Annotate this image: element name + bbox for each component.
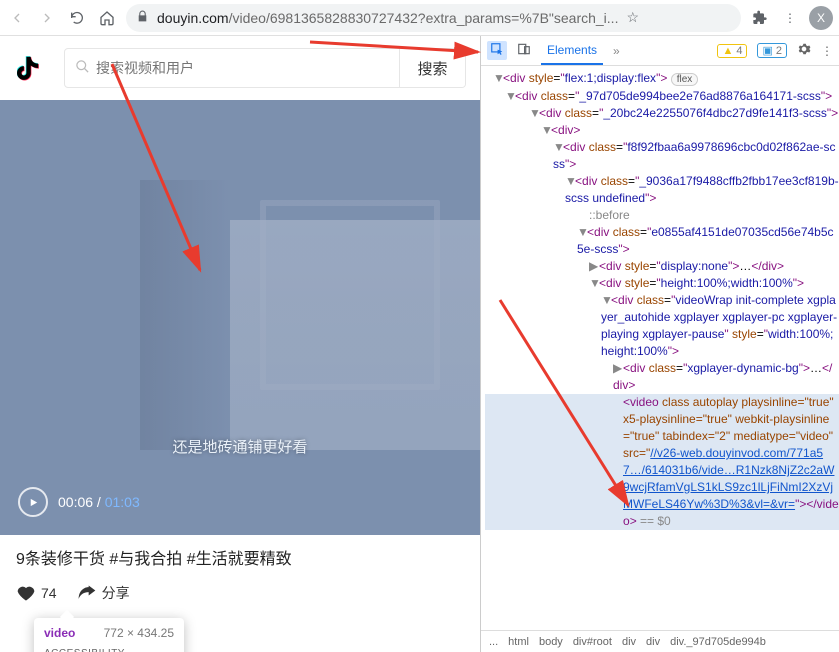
- video-title: 9条装修干货 #与我合拍 #生活就要精致: [0, 535, 480, 579]
- time-display: 00:06 / 01:03: [58, 494, 140, 510]
- heart-icon: [16, 583, 36, 603]
- share-icon: [77, 583, 97, 603]
- douyin-logo[interactable]: [14, 50, 50, 86]
- video-player[interactable]: 还是地砖通铺更好看 00:06 / 01:03: [0, 100, 480, 535]
- play-button[interactable]: [18, 487, 48, 517]
- tooltip-section: ACCESSIBILITY: [44, 648, 174, 652]
- nav-forward-button[interactable]: [36, 7, 58, 29]
- search-box: 搜索: [64, 48, 466, 88]
- more-tabs-icon[interactable]: »: [613, 44, 620, 58]
- inspect-element-icon[interactable]: [487, 41, 507, 60]
- url-text: douyin.com/video/6981365828830727432?ext…: [157, 10, 618, 26]
- dom-tree[interactable]: ▼<div style="flex:1;display:flex"> flex …: [481, 66, 839, 630]
- inspect-overlay: [0, 100, 480, 535]
- page-header: 搜索: [0, 36, 480, 100]
- devtools-tabs: Elements » ▲4 ▣2 ⋮: [481, 36, 839, 66]
- reload-button[interactable]: [66, 7, 88, 29]
- tab-elements[interactable]: Elements: [541, 36, 603, 65]
- issues-badge[interactable]: ▣2: [757, 43, 787, 58]
- extensions-icon[interactable]: [749, 7, 771, 29]
- device-toolbar-icon[interactable]: [517, 42, 531, 59]
- settings-icon[interactable]: [797, 42, 811, 59]
- address-bar[interactable]: douyin.com/video/6981365828830727432?ext…: [126, 4, 741, 32]
- browser-toolbar: douyin.com/video/6981365828830727432?ext…: [0, 0, 839, 36]
- lock-icon: [136, 10, 149, 26]
- web-page: 搜索 还是地砖通铺更好看 00:06 / 01:03 9条装修干货 #与我合拍 …: [0, 36, 480, 652]
- video-caption: 还是地砖通铺更好看: [172, 436, 307, 457]
- share-button[interactable]: 分享: [77, 583, 130, 603]
- dom-breadcrumbs[interactable]: ... html body div#root div div div._97d7…: [481, 630, 839, 652]
- devtools-panel: Elements » ▲4 ▣2 ⋮ ▼<div style="flex:1;d…: [480, 36, 839, 652]
- nav-back-button[interactable]: [6, 7, 28, 29]
- video-controls: 00:06 / 01:03: [18, 487, 140, 517]
- search-button[interactable]: 搜索: [399, 49, 465, 87]
- tooltip-tagname: video: [44, 626, 75, 640]
- star-icon[interactable]: ☆: [626, 9, 639, 26]
- devtools-menu-icon[interactable]: ⋮: [821, 44, 833, 58]
- warnings-badge[interactable]: ▲4: [717, 44, 747, 58]
- menu-icon[interactable]: ⋮: [779, 7, 801, 29]
- selected-dom-node[interactable]: <video class autoplay playsinline="true"…: [485, 394, 839, 530]
- search-icon: [75, 59, 90, 77]
- search-input[interactable]: [96, 60, 389, 76]
- like-count[interactable]: 74: [16, 583, 57, 603]
- profile-avatar[interactable]: X: [809, 6, 833, 30]
- home-button[interactable]: [96, 7, 118, 29]
- tooltip-dimensions: 772 × 434.25: [104, 626, 174, 640]
- inspect-tooltip: video 772 × 434.25 ACCESSIBILITY Name: [34, 618, 184, 652]
- video-actions: 74 分享: [0, 579, 480, 607]
